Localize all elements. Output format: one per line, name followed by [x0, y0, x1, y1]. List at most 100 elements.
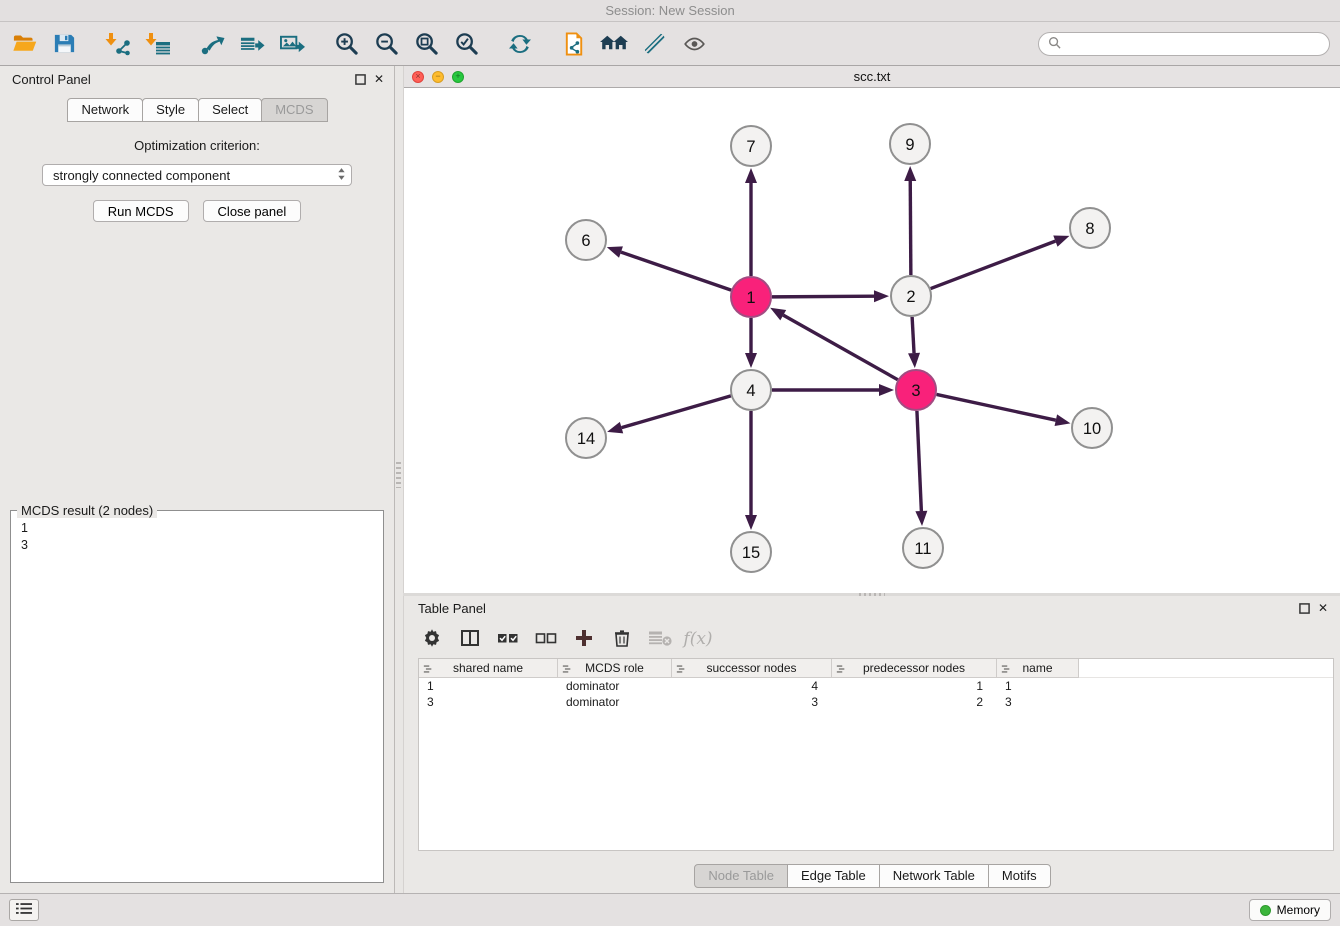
criterion-dropdown[interactable]: strongly connected component	[42, 164, 352, 186]
task-history-button[interactable]	[9, 899, 39, 921]
tab-network[interactable]: Network	[67, 98, 143, 122]
export-network-button[interactable]	[192, 26, 232, 62]
tab-motifs[interactable]: Motifs	[988, 864, 1051, 888]
deselect-all-rows-button[interactable]	[530, 624, 562, 654]
home-button[interactable]	[594, 26, 634, 62]
graph-node-14[interactable]: 14	[566, 418, 606, 458]
copy-style-button[interactable]	[554, 26, 594, 62]
add-column-button[interactable]	[568, 624, 600, 654]
graph-edge-1-2[interactable]	[772, 296, 874, 297]
export-image-button[interactable]	[272, 26, 312, 62]
graph-node-9[interactable]: 9	[890, 124, 930, 164]
export-table-button[interactable]	[232, 26, 272, 62]
zoom-out-button[interactable]	[366, 26, 406, 62]
graph-node-6[interactable]: 6	[566, 220, 606, 260]
minimize-window-button[interactable]: −	[432, 71, 444, 83]
vertical-splitter[interactable]	[395, 66, 403, 893]
delete-column-button[interactable]	[606, 624, 638, 654]
close-panel-button[interactable]: Close panel	[203, 200, 302, 222]
graph-node-8[interactable]: 8	[1070, 208, 1110, 248]
column-header-name[interactable]: name	[997, 659, 1079, 678]
table-cell[interactable]: 4	[672, 678, 832, 694]
tab-edge-table[interactable]: Edge Table	[787, 864, 880, 888]
table-row[interactable]: 3dominator323	[419, 694, 1333, 710]
table-cell[interactable]: 3	[672, 694, 832, 710]
graph-edge-3-10[interactable]	[937, 394, 1056, 420]
svg-text:1: 1	[746, 289, 755, 307]
run-mcds-button[interactable]: Run MCDS	[93, 200, 189, 222]
open-file-button[interactable]	[4, 26, 44, 62]
memory-button[interactable]: Memory	[1249, 899, 1331, 921]
settings-gear-button[interactable]	[416, 624, 448, 654]
graph-node-7[interactable]: 7	[731, 126, 771, 166]
window-controls: × − +	[412, 71, 464, 83]
float-table-panel-icon[interactable]	[1299, 603, 1310, 614]
column-chooser-button[interactable]	[454, 624, 486, 654]
table-cell[interactable]: 1	[419, 678, 558, 694]
dropdown-arrows-icon	[337, 167, 346, 184]
graph-node-10[interactable]: 10	[1072, 408, 1112, 448]
search-input[interactable]	[1066, 37, 1320, 51]
table-row[interactable]: 1dominator411	[419, 678, 1333, 694]
svg-text:10: 10	[1083, 420, 1101, 438]
close-table-panel-icon[interactable]: ✕	[1318, 602, 1328, 614]
graph-edge-2-3[interactable]	[912, 317, 914, 353]
eye-button[interactable]	[674, 26, 714, 62]
zoom-fit-button[interactable]	[406, 26, 446, 62]
tab-node-table[interactable]: Node Table	[694, 864, 788, 888]
refresh-view-button[interactable]	[500, 26, 540, 62]
graph-node-15[interactable]: 15	[731, 532, 771, 572]
zoom-selected-button[interactable]	[446, 26, 486, 62]
export-image-icon	[279, 31, 306, 56]
table-cell[interactable]: dominator	[558, 678, 672, 694]
network-graph: 7 9 6 8 1 2 4 3 14 10 15 11	[404, 88, 1340, 593]
table-cell[interactable]: dominator	[558, 694, 672, 710]
table-cell[interactable]: 3	[419, 694, 558, 710]
graph-edge-2-8[interactable]	[931, 241, 1056, 288]
mcds-result-list: 13	[11, 518, 383, 556]
svg-text:3: 3	[911, 382, 920, 400]
main-area: Control Panel ✕ NetworkStyleSelectMCDS O…	[0, 66, 1340, 893]
tab-mcds[interactable]: MCDS	[261, 98, 327, 122]
column-header-mcds-role[interactable]: MCDS role	[558, 659, 672, 678]
control-panel-tabs: NetworkStyleSelectMCDS	[0, 92, 394, 122]
close-window-button[interactable]: ×	[412, 71, 424, 83]
column-header-successor-nodes[interactable]: successor nodes	[672, 659, 832, 678]
graph-edge-3-11[interactable]	[917, 411, 921, 511]
svg-text:6: 6	[581, 232, 590, 250]
horizontal-splitter[interactable]	[403, 593, 1340, 596]
graph-edge-4-14[interactable]	[622, 396, 731, 428]
zoom-in-button[interactable]	[326, 26, 366, 62]
sort-icon	[676, 663, 686, 677]
select-all-rows-button[interactable]	[492, 624, 524, 654]
import-network-button[interactable]	[98, 26, 138, 62]
table-cell[interactable]: 3	[997, 694, 1079, 710]
import-table-button[interactable]	[138, 26, 178, 62]
close-panel-icon[interactable]: ✕	[374, 73, 384, 85]
network-canvas[interactable]: 7 9 6 8 1 2 4 3 14 10 15 11	[404, 88, 1340, 593]
graph-edge-arrow-icon	[1053, 236, 1069, 247]
graph-edge-1-6[interactable]	[621, 252, 731, 290]
tab-network-table[interactable]: Network Table	[879, 864, 989, 888]
save-session-button[interactable]	[44, 26, 84, 62]
graph-node-1[interactable]: 1	[731, 277, 771, 317]
tab-select[interactable]: Select	[198, 98, 262, 122]
table-cell[interactable]: 1	[832, 678, 997, 694]
memory-status-icon	[1260, 905, 1271, 916]
table-cell[interactable]: 2	[832, 694, 997, 710]
graph-node-11[interactable]: 11	[903, 528, 943, 568]
graph-node-3[interactable]: 3	[896, 370, 936, 410]
tab-style[interactable]: Style	[142, 98, 199, 122]
graph-edge-3-1[interactable]	[783, 315, 897, 380]
float-panel-icon[interactable]	[355, 74, 366, 85]
zoom-window-button[interactable]: +	[452, 71, 464, 83]
table-panel-tabs: Node TableEdge TableNetwork TableMotifs	[404, 859, 1340, 893]
graph-node-4[interactable]: 4	[731, 370, 771, 410]
column-header-shared-name[interactable]: shared name	[419, 659, 558, 678]
graph-node-2[interactable]: 2	[891, 276, 931, 316]
column-header-predecessor-nodes[interactable]: predecessor nodes	[832, 659, 997, 678]
style-pen-button[interactable]	[634, 26, 674, 62]
table-cell[interactable]: 1	[997, 678, 1079, 694]
graph-edge-2-9[interactable]	[910, 181, 911, 275]
control-panel: Control Panel ✕ NetworkStyleSelectMCDS O…	[0, 66, 395, 893]
